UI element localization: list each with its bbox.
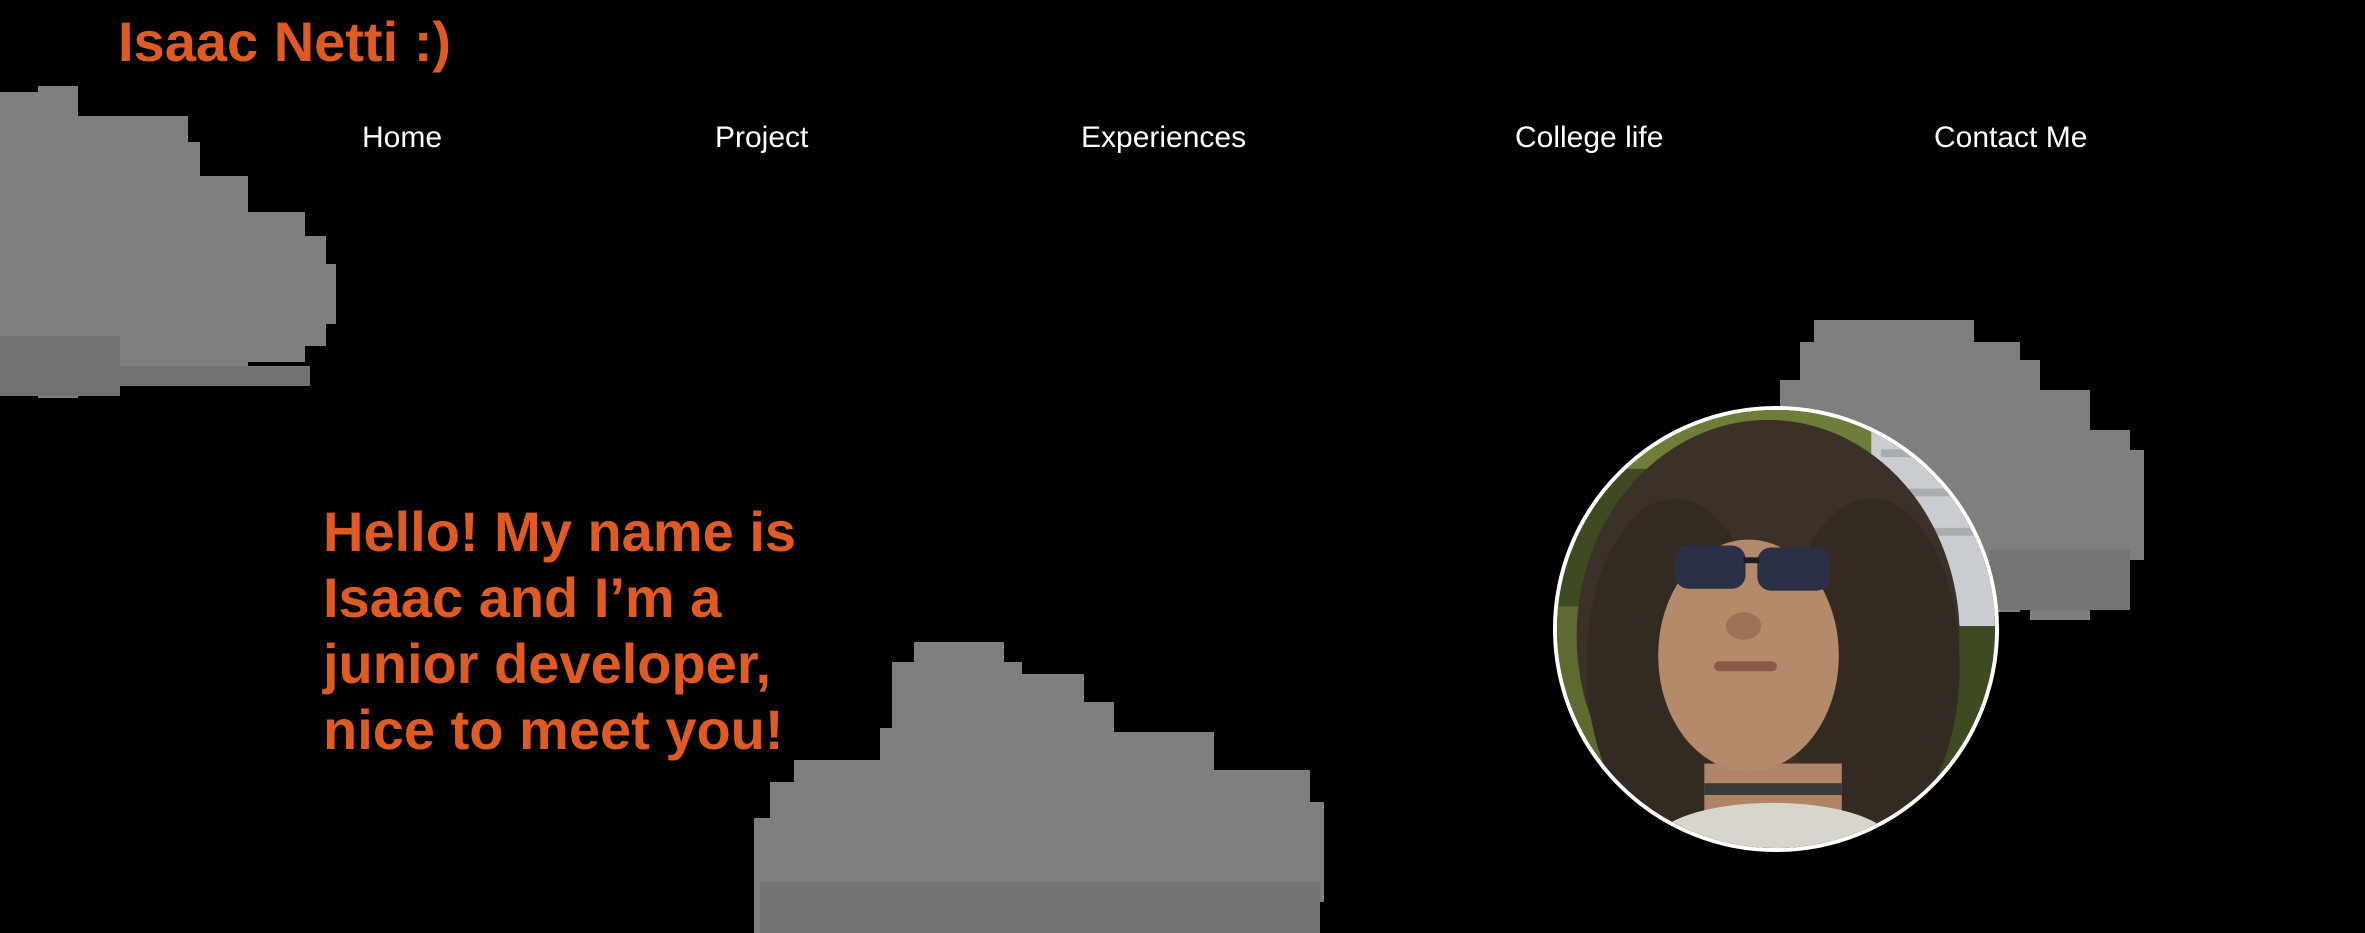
nav-link-college-life[interactable]: College life [1515, 118, 1663, 158]
nav-link-experiences[interactable]: Experiences [1081, 118, 1246, 158]
profile-photo [1553, 406, 1999, 852]
profile-photo-icon [1557, 410, 1995, 848]
nav-link-contact-me[interactable]: Contact Me [1934, 118, 2087, 158]
nav-link-project[interactable]: Project [715, 118, 808, 158]
hero-greeting: Hello! My name is Isaac and I’m a junior… [323, 500, 797, 761]
nav-link-home[interactable]: Home [362, 118, 442, 158]
site-title: Isaac Netti :) [118, 10, 451, 73]
main-nav: Home Project Experiences College life Co… [0, 118, 2365, 158]
